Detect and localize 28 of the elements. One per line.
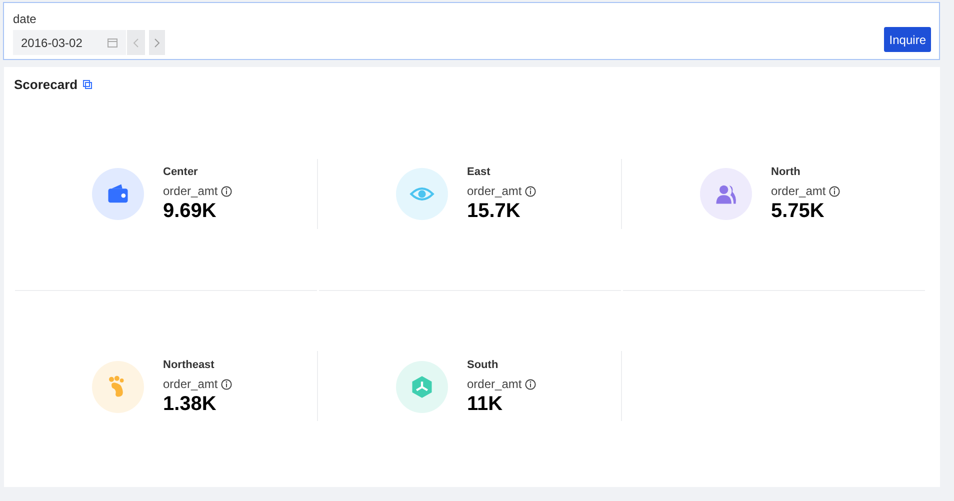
region-name: Center [163, 165, 199, 179]
metric-label: order_amt [163, 376, 218, 392]
metric-value: 11K [467, 392, 504, 416]
metric-value: 5.75K [771, 199, 826, 223]
info-icon[interactable] [828, 186, 840, 197]
metric-label: order_amt [467, 184, 522, 199]
calendar-icon [107, 37, 118, 48]
info-icon[interactable] [524, 378, 536, 390]
region-name: East [467, 165, 492, 179]
metric-value: 1.38K [163, 392, 218, 416]
date-field[interactable]: 2016-03-02 [13, 30, 126, 55]
metric-value: 9.69K [163, 199, 218, 223]
scorecard-title: Scorecard [14, 76, 78, 94]
region-name: South [467, 358, 500, 372]
info-icon[interactable] [220, 186, 232, 197]
metric-value: 15.7K [467, 199, 522, 223]
region-name: Northeast [163, 358, 216, 372]
metric-label: order_amt [163, 184, 218, 199]
date-label: date [13, 11, 38, 27]
region-name: North [771, 165, 802, 179]
copy-icon[interactable] [82, 80, 92, 90]
chevron-right-icon [154, 38, 160, 48]
metric-label: order_amt [771, 184, 826, 199]
metric-label: order_amt [467, 376, 522, 392]
chevron-left-icon [133, 38, 139, 48]
inquire-button[interactable]: Inquire [884, 27, 931, 52]
info-icon[interactable] [524, 186, 536, 197]
info-icon[interactable] [220, 378, 232, 390]
